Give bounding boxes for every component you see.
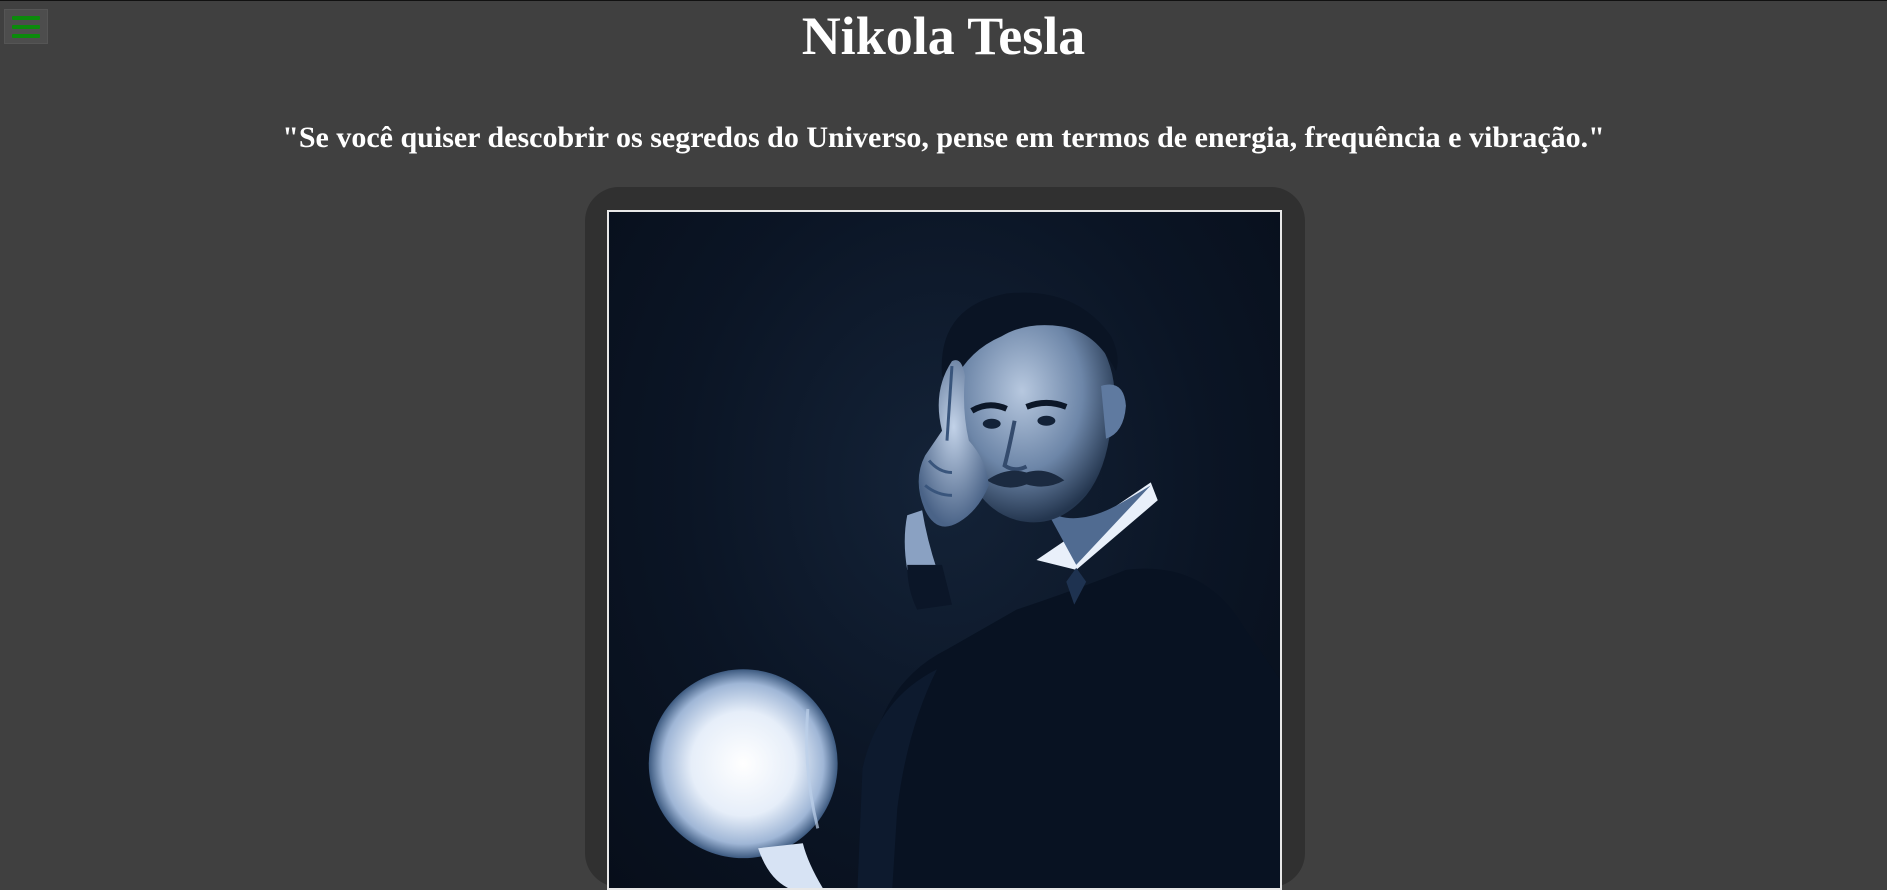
portrait-illustration xyxy=(648,292,1280,888)
window-top-border xyxy=(0,0,1887,1)
quote-text: "Se você quiser descobrir os segredos do… xyxy=(282,121,1605,154)
page-title: Nikola Tesla xyxy=(801,6,1086,66)
suit-shape xyxy=(867,568,1280,888)
glowing-bulb xyxy=(648,669,838,859)
photo-frame xyxy=(585,187,1305,890)
portrait-photo xyxy=(607,210,1282,890)
